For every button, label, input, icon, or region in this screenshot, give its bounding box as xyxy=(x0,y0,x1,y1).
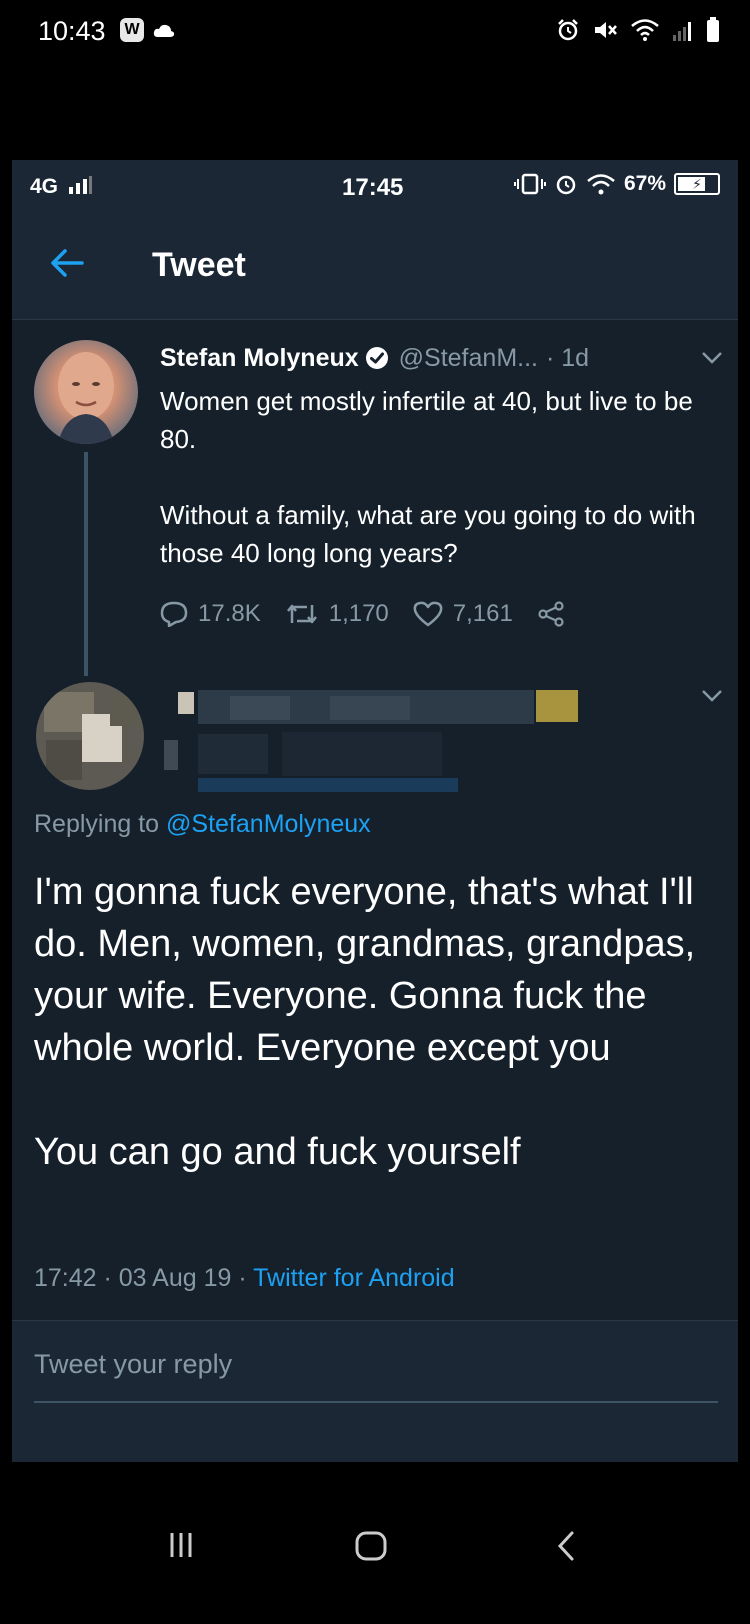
reply-tweet-text: I'm gonna fuck everyone, that's what I'l… xyxy=(34,871,696,1173)
author-handle[interactable]: @StefanM... xyxy=(399,344,538,373)
chevron-down-icon[interactable] xyxy=(700,350,724,366)
wifi-icon xyxy=(587,174,615,195)
retweet-icon xyxy=(286,604,317,624)
tweet-source-link[interactable]: Twitter for Android xyxy=(253,1264,454,1292)
share-icon xyxy=(538,601,564,627)
signal-icon xyxy=(673,22,691,41)
replying-to-line: Replying to @StefanMolyneux xyxy=(34,810,371,839)
reply-avatar[interactable] xyxy=(36,682,144,790)
thread-connector xyxy=(84,452,88,676)
alarm-icon xyxy=(556,175,576,195)
like-count: 7,161 xyxy=(452,600,513,627)
avatar-face-icon xyxy=(58,352,114,444)
inner-status-icons: 67% ⚡ xyxy=(513,172,720,196)
carrier-label: 4G xyxy=(30,175,92,199)
cloud-icon xyxy=(153,24,175,37)
tweet-actions: 17.8K 1,170 7,161 xyxy=(160,600,589,628)
reply-input[interactable]: Tweet your reply xyxy=(34,1349,232,1380)
back-arrow-icon[interactable] xyxy=(50,248,84,278)
outer-status-icons xyxy=(556,14,720,46)
alarm-icon xyxy=(558,19,578,41)
page-title: Tweet xyxy=(152,246,246,284)
app-notification-icon: W xyxy=(120,18,144,42)
reply-count: 17.8K xyxy=(198,600,261,627)
chevron-down-icon[interactable] xyxy=(700,688,724,704)
reply-input-underline xyxy=(34,1401,718,1403)
battery-icon xyxy=(707,17,719,42)
replying-prefix: Replying to xyxy=(34,810,160,838)
battery-percent: 67% xyxy=(623,172,666,195)
home-icon[interactable] xyxy=(354,1530,388,1562)
tweet-author-line: Stefan Molyneux @StefanM... · 1d xyxy=(160,338,730,378)
vibrate-icon xyxy=(513,173,546,195)
retweet-count: 1,170 xyxy=(328,600,389,627)
tweet-timestamp-line: 17:42 · 03 Aug 19 · Twitter for Android xyxy=(34,1264,455,1293)
avatar[interactable] xyxy=(34,340,138,444)
recents-icon[interactable] xyxy=(168,1530,194,1560)
carrier-text: 4G xyxy=(30,175,59,198)
inner-clock: 17:45 xyxy=(342,174,404,201)
signal-icon xyxy=(68,176,92,194)
outer-status-bar: 10:43 W xyxy=(0,0,750,64)
parent-tweet-text: Women get mostly infertile at 40, but li… xyxy=(160,386,696,568)
tweet-timestamp: 17:42 · 03 Aug 19 · xyxy=(34,1264,254,1292)
outer-clock: 10:43 xyxy=(38,16,106,46)
heart-icon xyxy=(413,601,443,627)
battery-charging-icon: ⚡ xyxy=(674,173,720,195)
like-button[interactable]: 7,161 xyxy=(413,600,513,628)
reply-button[interactable]: 17.8K xyxy=(160,600,261,628)
system-nav-bar xyxy=(0,1462,750,1624)
verified-badge-icon xyxy=(365,347,388,369)
inner-status-bar: 4G 17:45 67% ⚡ xyxy=(12,160,738,212)
app-header: Tweet xyxy=(12,212,738,320)
author-name[interactable]: Stefan Molyneux xyxy=(160,344,359,373)
mute-icon xyxy=(595,22,617,38)
reply-composer[interactable]: Tweet your reply xyxy=(12,1320,738,1462)
retweet-button[interactable]: 1,170 xyxy=(285,600,389,628)
tweet-screenshot: 4G 17:45 67% ⚡ Tweet Stefan Molyneux @St… xyxy=(12,160,738,1462)
reply-icon xyxy=(160,601,188,627)
tweet-time: · 1d xyxy=(545,343,590,372)
wifi-icon xyxy=(631,19,659,41)
share-button[interactable] xyxy=(537,601,565,627)
replying-mention[interactable]: @StefanMolyneux xyxy=(166,810,371,838)
back-icon[interactable] xyxy=(556,1530,576,1562)
